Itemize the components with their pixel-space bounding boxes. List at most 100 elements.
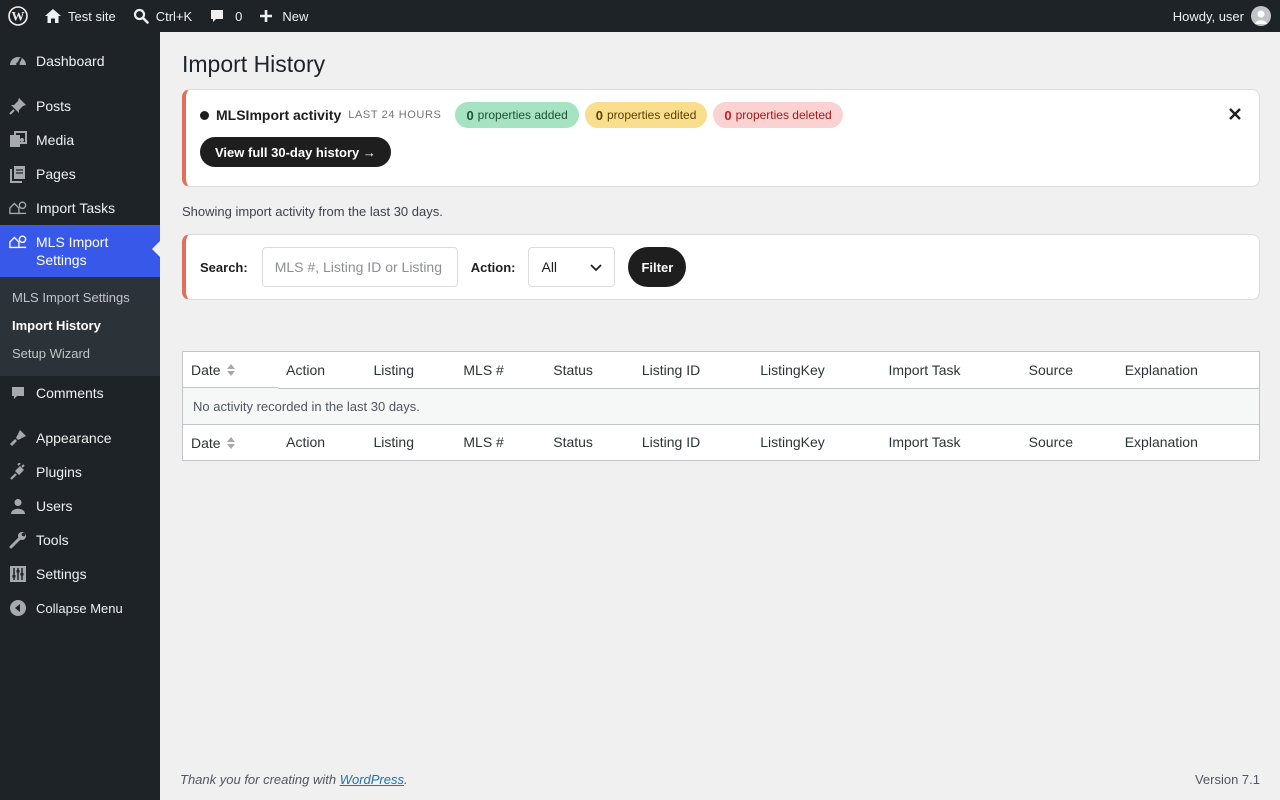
column-listing-id: Listing ID	[633, 423, 753, 461]
users-icon	[9, 497, 27, 515]
search-label: Search:	[200, 259, 248, 275]
search-icon	[132, 7, 150, 25]
new-content-link[interactable]: New	[250, 0, 316, 32]
column-action: Action	[278, 423, 366, 461]
howdy-text: Howdy, user	[1172, 8, 1244, 24]
submenu-item-mls-import-settings[interactable]: MLS Import Settings	[0, 284, 160, 312]
comment-icon	[9, 384, 27, 402]
added-badge: 0 properties added	[455, 102, 579, 128]
search-input[interactable]	[261, 247, 458, 287]
admin-bar: W Test site Ctrl+K 0 New Howdy, user	[0, 0, 1280, 32]
site-name-link[interactable]: Test site	[36, 0, 124, 32]
sidebar-item-settings[interactable]: Settings	[0, 557, 160, 591]
dashboard-icon	[9, 52, 27, 70]
sort-icon	[226, 363, 235, 376]
comments-link[interactable]: 0	[200, 0, 250, 32]
edited-label: properties edited	[606, 108, 697, 122]
deleted-label: properties deleted	[735, 108, 832, 122]
my-account[interactable]: Howdy, user	[1173, 6, 1280, 26]
page-title: Import History	[182, 51, 326, 77]
comments-count: 0	[235, 8, 243, 24]
notice-period: LAST 24 HOURS	[348, 109, 442, 121]
column-label: Date	[191, 361, 221, 378]
sidebar-item-label: Appearance	[36, 430, 112, 446]
sidebar-item-label: Settings	[36, 566, 87, 582]
table-row: No activity recorded in the last 30 days…	[182, 388, 1260, 424]
history-table: Date Action Listing MLS # Status Listing…	[182, 351, 1260, 461]
sidebar-item-posts[interactable]: Posts	[0, 89, 160, 123]
added-count: 0	[466, 107, 474, 123]
column-listing-key: ListingKey	[752, 351, 881, 389]
column-label: Date	[191, 434, 221, 451]
home-icon	[44, 7, 62, 25]
chevron-down-icon	[590, 259, 603, 275]
action-select[interactable]: All	[528, 247, 616, 287]
table-footer-row: Date Action Listing MLS # Status Listing…	[183, 423, 1260, 461]
sidebar-item-label: Dashboard	[36, 53, 105, 69]
sidebar-item-users[interactable]: Users	[0, 489, 160, 523]
comment-bubble-icon	[208, 7, 226, 25]
column-import-task: Import Task	[880, 423, 1021, 461]
import-tasks-icon	[9, 199, 27, 217]
action-label: Action:	[470, 259, 516, 275]
pages-icon	[9, 165, 27, 183]
column-source: Source	[1020, 423, 1117, 461]
sidebar-item-label: Comments	[36, 385, 104, 401]
sidebar-item-label: Import Tasks	[36, 200, 116, 216]
column-date[interactable]: Date	[183, 424, 279, 460]
sidebar-item-mls-import-settings[interactable]: MLS Import Settings	[0, 225, 160, 277]
plugins-icon	[9, 463, 27, 481]
footer-thanks-text: Thank you for creating with	[180, 772, 340, 787]
column-listing: Listing	[365, 351, 456, 389]
plus-icon	[258, 8, 274, 24]
sidebar-item-pages[interactable]: Pages	[0, 157, 160, 191]
footer-period: .	[404, 772, 408, 787]
sidebar-item-label: Plugins	[36, 464, 82, 480]
footer-version: Version 7.1	[1194, 772, 1260, 787]
command-search[interactable]: Ctrl+K	[124, 0, 200, 32]
sidebar-item-label: Media	[36, 132, 75, 148]
submenu-item-setup-wizard[interactable]: Setup Wizard	[0, 340, 160, 368]
sidebar-item-label: Tools	[36, 532, 69, 548]
column-mls: MLS #	[455, 351, 546, 389]
sidebar-submenu: MLS Import Settings Import History Setup…	[0, 277, 160, 376]
sidebar-item-label: Posts	[36, 98, 72, 114]
new-label: New	[282, 8, 309, 24]
column-status: Status	[545, 351, 634, 389]
collapse-menu-button[interactable]: Collapse Menu	[0, 591, 160, 625]
sidebar-item-label: Pages	[36, 166, 76, 182]
sidebar-item-import-tasks[interactable]: Import Tasks	[0, 191, 160, 225]
wordpress-link[interactable]: WordPress	[340, 772, 404, 787]
sidebar-item-comments[interactable]: Comments	[0, 376, 160, 410]
showing-text: Showing import activity from the last 30…	[182, 204, 443, 219]
settings-icon	[9, 565, 27, 583]
column-explanation: Explanation	[1116, 351, 1260, 389]
submenu-item-import-history[interactable]: Import History	[0, 312, 160, 340]
edited-count: 0	[595, 107, 603, 123]
column-listing: Listing	[365, 423, 456, 461]
column-action: Action	[278, 351, 366, 389]
deleted-count: 0	[724, 107, 732, 123]
sidebar-item-label: Users	[36, 498, 73, 514]
sidebar-item-tools[interactable]: Tools	[0, 523, 160, 557]
footer-thanks: Thank you for creating with WordPress.	[180, 772, 408, 787]
sidebar-item-plugins[interactable]: Plugins	[0, 455, 160, 489]
search-shortcut: Ctrl+K	[155, 8, 193, 24]
tools-icon	[9, 531, 27, 549]
wordpress-logo-icon[interactable]: W	[0, 0, 36, 32]
pin-icon	[9, 97, 27, 115]
filter-form: Search: Action: All Filter	[182, 234, 1260, 300]
column-listing-id: Listing ID	[633, 351, 753, 389]
view-history-button[interactable]: View full 30-day history →	[200, 137, 391, 167]
sort-icon	[226, 436, 235, 449]
close-icon[interactable]	[1226, 105, 1244, 123]
sidebar-item-dashboard[interactable]: Dashboard	[0, 44, 160, 78]
column-source: Source	[1020, 351, 1117, 389]
column-date[interactable]: Date	[183, 352, 279, 388]
column-import-task: Import Task	[880, 351, 1021, 389]
avatar	[1251, 6, 1271, 26]
filter-button[interactable]: Filter	[628, 247, 687, 287]
sidebar-item-appearance[interactable]: Appearance	[0, 421, 160, 455]
sidebar-item-label: Collapse Menu	[36, 600, 123, 616]
sidebar-item-media[interactable]: Media	[0, 123, 160, 157]
